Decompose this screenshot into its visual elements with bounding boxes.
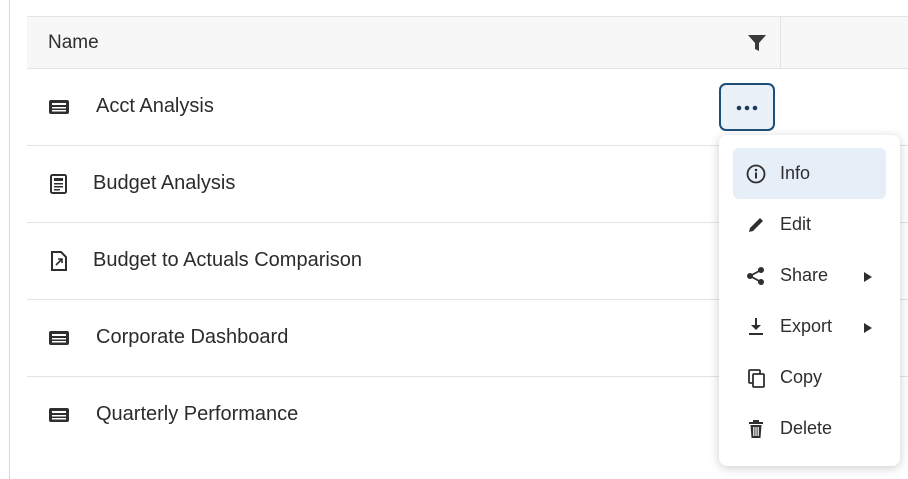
report-icon [48, 174, 70, 194]
menu-item-edit[interactable]: Edit [733, 199, 886, 250]
menu-item-info[interactable]: Info [733, 148, 886, 199]
row-label[interactable]: Budget Analysis [93, 172, 235, 195]
table-header: Name [27, 17, 908, 69]
dashboard-icon [48, 328, 70, 348]
filter-icon[interactable] [745, 31, 769, 55]
menu-item-label: Export [780, 316, 833, 336]
share-icon [745, 265, 767, 287]
context-menu: Info Edit Share Export Copy Delete [719, 135, 900, 466]
download-icon [745, 316, 767, 338]
document-icon [48, 251, 70, 271]
menu-item-delete[interactable]: Delete [733, 403, 886, 454]
dashboard-icon [48, 405, 70, 425]
pencil-icon [745, 214, 767, 236]
row-label[interactable]: Quarterly Performance [96, 403, 298, 426]
row-label[interactable]: Corporate Dashboard [96, 326, 288, 349]
menu-item-label: Copy [780, 367, 823, 387]
more-horizontal-icon [736, 105, 758, 111]
submenu-arrow-icon [863, 321, 873, 333]
menu-item-copy[interactable]: Copy [733, 352, 886, 403]
left-panel-border [9, 0, 10, 479]
menu-item-share[interactable]: Share [733, 250, 886, 301]
column-header-name[interactable]: Name [48, 32, 99, 54]
menu-item-label: Share [780, 265, 829, 285]
column-divider [780, 17, 781, 69]
submenu-arrow-icon [863, 270, 873, 282]
copy-icon [745, 367, 767, 389]
row-label[interactable]: Budget to Actuals Comparison [93, 249, 362, 272]
more-actions-button[interactable] [719, 83, 775, 131]
menu-item-export[interactable]: Export [733, 301, 886, 352]
trash-icon [745, 418, 767, 440]
menu-item-label: Info [780, 163, 811, 183]
menu-item-label: Edit [780, 214, 812, 234]
dashboard-icon [48, 97, 70, 117]
row-label[interactable]: Acct Analysis [96, 95, 214, 118]
info-icon [745, 163, 767, 185]
menu-item-label: Delete [780, 418, 833, 438]
